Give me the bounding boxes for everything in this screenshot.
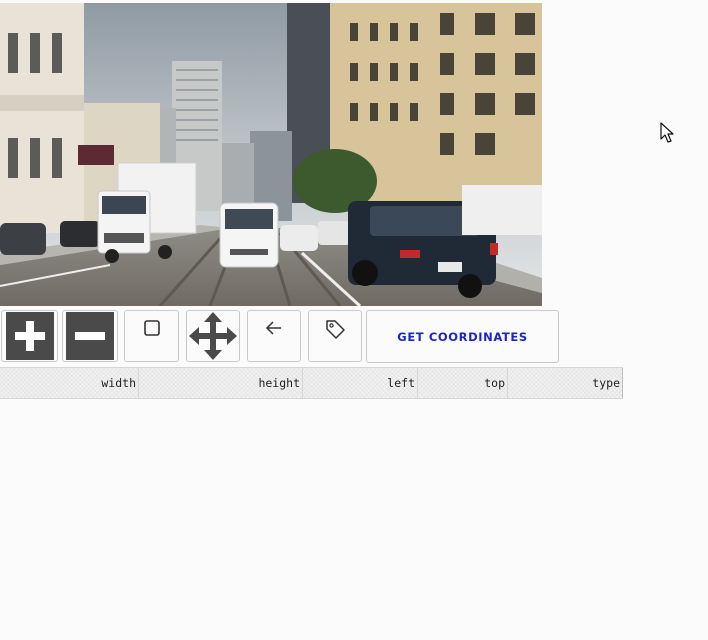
draw-box-button[interactable] [124,310,179,362]
arrow-left-icon [265,321,281,335]
column-header-height[interactable]: height [139,368,303,398]
column-header-type[interactable]: type [508,368,623,398]
minus-icon [66,312,114,360]
zoom-in-button[interactable] [1,310,58,362]
move-arrows-icon [189,312,237,360]
zoom-out-button[interactable] [62,310,118,362]
square-icon [143,320,160,336]
mouse-pointer-icon [660,122,674,143]
undo-button[interactable] [247,310,301,362]
tag-icon [326,320,345,339]
street-scene-image [0,3,542,306]
column-header-left[interactable]: left [303,368,418,398]
column-header-width[interactable]: width [0,368,139,398]
column-header-top[interactable]: top [418,368,508,398]
annotation-table-header: width height left top type [0,367,623,399]
move-button[interactable] [186,310,240,362]
plus-icon [5,312,54,360]
annotation-image[interactable] [0,3,542,306]
get-coordinates-button[interactable]: GET COORDINATES [366,310,559,363]
label-button[interactable] [308,310,362,362]
